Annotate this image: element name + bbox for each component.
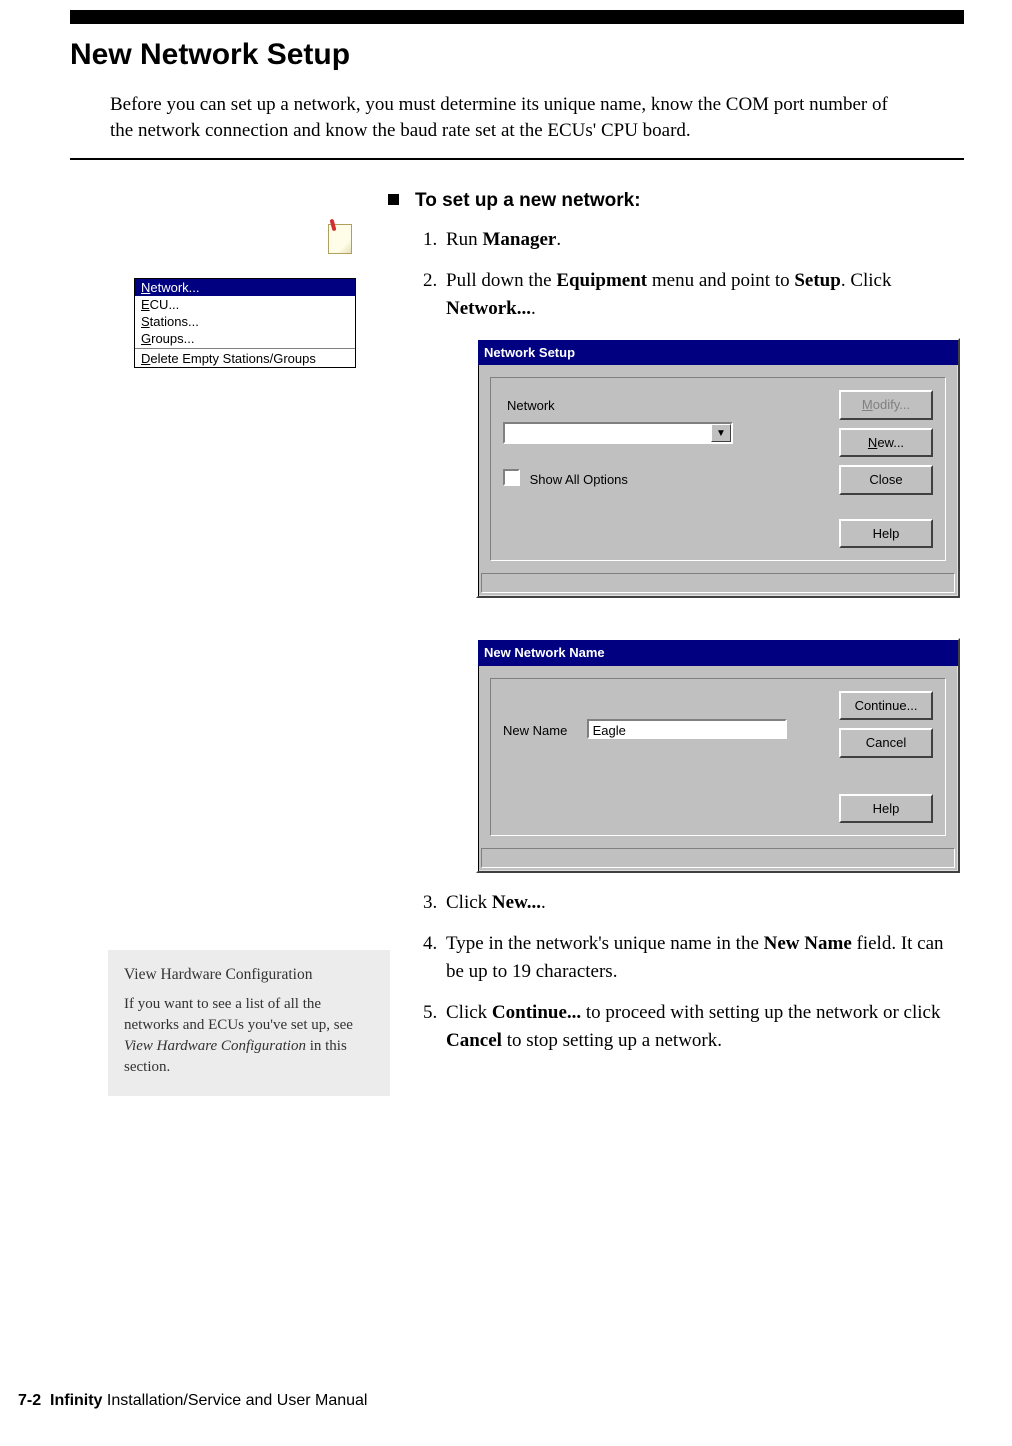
network-combobox[interactable]: ▼ [503, 422, 733, 444]
intro-paragraph: Before you can set up a network, you mus… [110, 92, 902, 143]
network-setup-dialog: Network Setup Network ▼ Show All Options [476, 338, 960, 599]
menu-item-ecu[interactable]: ECU... [135, 296, 355, 313]
context-menu: Network... ECU... Stations... Groups... … [134, 278, 356, 368]
new-button[interactable]: New... [839, 428, 933, 458]
dialog-title: Network Setup [478, 340, 958, 366]
status-bar [481, 848, 955, 868]
status-bar [481, 573, 955, 593]
horizontal-divider [70, 158, 964, 160]
chevron-down-icon[interactable]: ▼ [711, 424, 731, 442]
page-footer: 7-2 Infinity Installation/Service and Us… [18, 1392, 367, 1410]
menu-item-groups[interactable]: Groups... [135, 330, 355, 347]
new-name-input[interactable]: Eagle [587, 719, 787, 739]
procedure-heading: To set up a new network: [388, 190, 964, 212]
network-label: Network [507, 396, 825, 416]
step-1: Run Manager. [442, 226, 964, 255]
show-all-options-checkbox[interactable] [503, 469, 520, 486]
step-5: Click Continue... to proceed with settin… [442, 999, 964, 1056]
sidebar-note-title: View Hardware Configuration [124, 964, 374, 986]
step-3: Click New.... [442, 889, 964, 918]
menu-item-delete-empty[interactable]: Delete Empty Stations/Groups [135, 350, 355, 367]
new-name-label: New Name [503, 721, 583, 741]
modify-button[interactable]: Modify... [839, 390, 933, 420]
close-button[interactable]: Close [839, 465, 933, 495]
note-icon [328, 224, 352, 254]
help-button[interactable]: Help [839, 794, 933, 824]
new-network-name-dialog: New Network Name New Name Eagle Continue… [476, 638, 960, 873]
bullet-square-icon [388, 194, 399, 205]
page-title: New Network Setup [70, 38, 350, 72]
cancel-button[interactable]: Cancel [839, 728, 933, 758]
step-4: Type in the network's unique name in the… [442, 930, 964, 987]
sidebar-note: View Hardware Configuration If you want … [108, 950, 390, 1096]
show-all-options-label: Show All Options [530, 472, 628, 487]
continue-button[interactable]: Continue... [839, 691, 933, 721]
menu-item-stations[interactable]: Stations... [135, 313, 355, 330]
header-rule [70, 10, 964, 24]
help-button[interactable]: Help [839, 519, 933, 549]
step-2: Pull down the Equipment menu and point t… [442, 267, 964, 874]
menu-item-network[interactable]: Network... [135, 279, 355, 296]
sidebar-note-body: If you want to see a list of all the net… [124, 996, 353, 1075]
dialog-title: New Network Name [478, 640, 958, 666]
page-number: 7-2 [18, 1392, 41, 1409]
menu-separator [135, 348, 355, 349]
